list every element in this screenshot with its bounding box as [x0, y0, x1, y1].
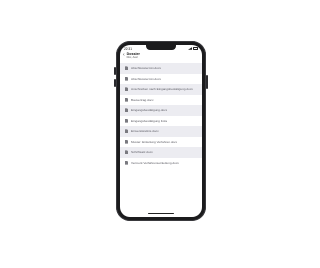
document-label: Vermerk Verfahrenseinleitung.docx — [131, 160, 179, 165]
document-icon — [125, 118, 128, 123]
list-item[interactable]: Muster: Einleitung Verfahren.docx — [120, 137, 202, 148]
document-icon — [125, 139, 128, 144]
list-item[interactable]: Einverständnis.docx — [120, 126, 202, 137]
document-icon — [125, 87, 128, 92]
document-label: Eingangsbestätigung Folie — [131, 118, 168, 123]
phone-screen: 22:31 ‹ Dossier Düx, Axel Abschlusstermi… — [120, 45, 202, 217]
list-item[interactable]: Vermerk Verfahrenseinleitung.docx — [120, 158, 202, 169]
list-item[interactable]: Schriftsatz.docx — [120, 147, 202, 158]
document-label: Schriftsatz.docx — [131, 150, 153, 155]
volume-up-button — [114, 67, 116, 75]
list-item[interactable]: Abschlusstermin.docx — [120, 63, 202, 74]
back-icon[interactable]: ‹ — [123, 53, 125, 58]
document-label: Muster: Einleitung Verfahren.docx — [131, 139, 178, 144]
document-label: Eingangsbestätigung.docx — [131, 108, 168, 113]
document-label: Anschreiben nach Eingangsbestätigung.doc… — [131, 87, 193, 92]
document-icon — [125, 160, 128, 165]
document-label: Einverständnis.docx — [131, 129, 159, 134]
phone-frame: 22:31 ‹ Dossier Düx, Axel Abschlusstermi… — [114, 41, 208, 221]
status-icons — [188, 47, 198, 50]
document-icon — [125, 108, 128, 113]
document-icon — [125, 97, 128, 102]
list-item[interactable]: Eingangsbestätigung.docx — [120, 105, 202, 116]
document-label: Abschlusstermin.docx — [131, 66, 162, 71]
header-titles: Dossier Düx, Axel — [127, 52, 140, 59]
document-icon — [125, 66, 128, 71]
volume-down-button — [114, 79, 116, 87]
document-icon — [125, 129, 128, 134]
signal-icon — [188, 47, 192, 50]
document-list: Abschlusstermin.docx Abschlusstermin.doc… — [120, 63, 202, 168]
home-indicator[interactable] — [148, 212, 174, 214]
battery-icon — [193, 47, 198, 50]
list-item[interactable]: Bauvertrag.docx — [120, 95, 202, 106]
list-item[interactable]: Eingangsbestätigung Folie — [120, 116, 202, 127]
document-icon — [125, 76, 128, 81]
list-item[interactable]: Anschreiben nach Eingangsbestätigung.doc… — [120, 84, 202, 95]
app-header: ‹ Dossier Düx, Axel — [120, 52, 202, 61]
page-subtitle: Düx, Axel — [126, 56, 138, 59]
list-item[interactable]: Abschlusstermin.docx — [120, 74, 202, 85]
document-label: Abschlusstermin.docx — [131, 76, 162, 81]
document-label: Bauvertrag.docx — [131, 97, 154, 102]
document-icon — [125, 150, 128, 155]
status-time: 22:31 — [124, 46, 132, 51]
power-button — [206, 75, 208, 89]
status-bar: 22:31 — [124, 46, 198, 51]
